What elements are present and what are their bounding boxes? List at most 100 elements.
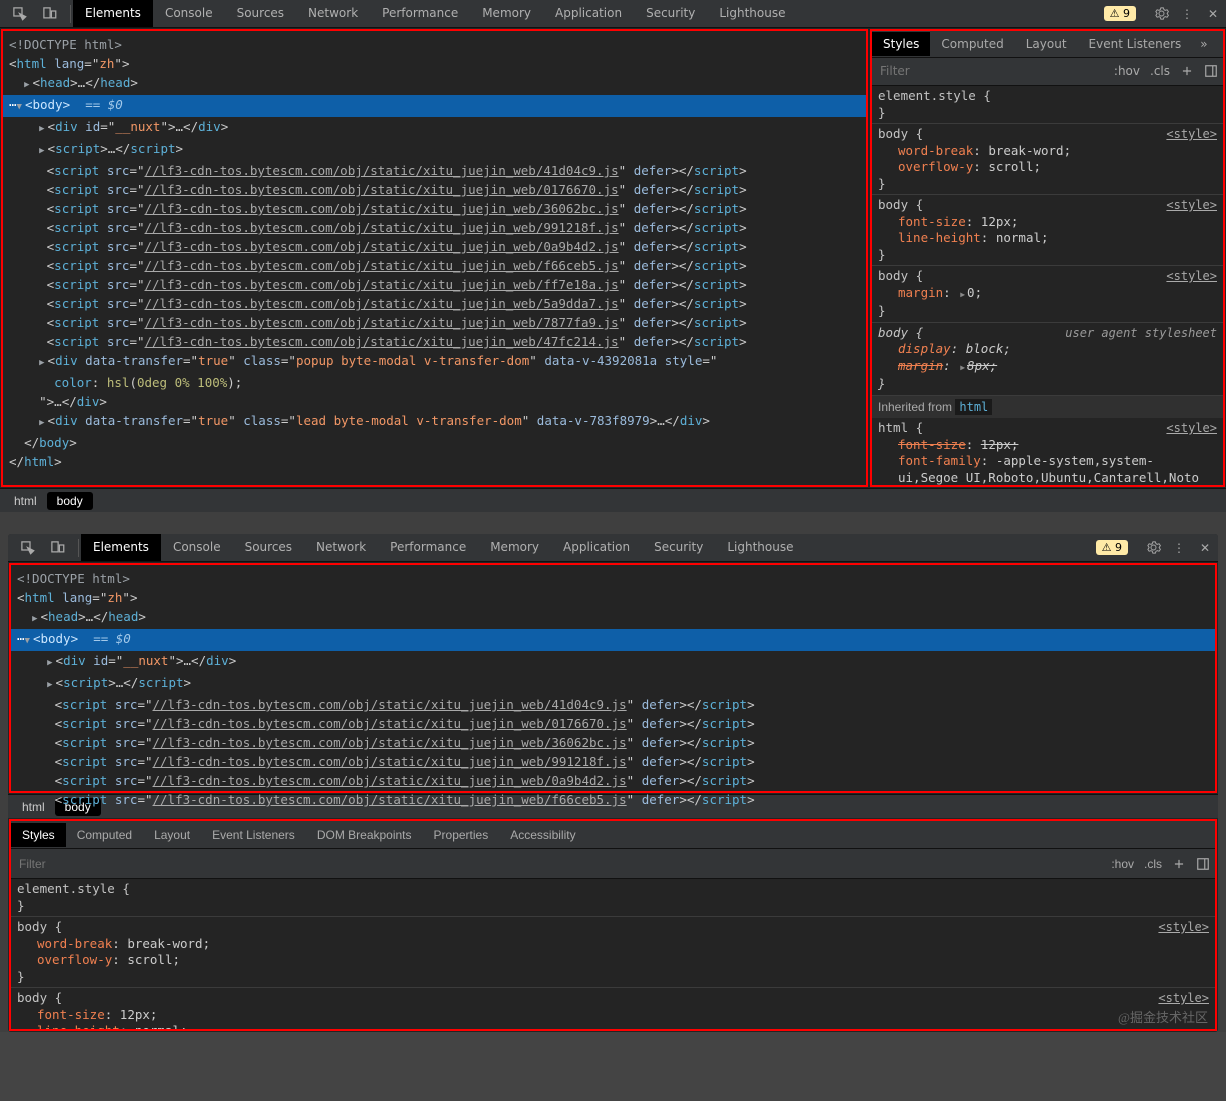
hov-button[interactable]: :hov — [1109, 64, 1145, 78]
dom-script-inline[interactable]: <script>…</script> — [9, 139, 860, 161]
css-prop-font-family[interactable]: font-family: -apple-system,system-ui,Seg… — [878, 453, 1217, 485]
css-prop-line-height[interactable]: line-height: normal; — [878, 230, 1217, 247]
styles-tab-properties[interactable]: Properties — [423, 823, 500, 847]
rule-element-style[interactable]: element.style {} — [872, 86, 1223, 124]
dom-script-9[interactable]: <script src="//lf3-cdn-tos.bytescm.com/o… — [9, 332, 860, 351]
css-prop-overflow-y[interactable]: overflow-y: scroll; — [17, 952, 1209, 969]
tab-security[interactable]: Security — [634, 0, 707, 27]
tab-network[interactable]: Network — [304, 534, 378, 561]
inspect-icon[interactable] — [6, 1, 32, 27]
new-rule-icon[interactable] — [1175, 64, 1199, 78]
close-icon[interactable]: ✕ — [1192, 541, 1218, 555]
dom-script-5[interactable]: <script src="//lf3-cdn-tos.bytescm.com/o… — [9, 256, 860, 275]
dom-popup-style[interactable]: color: hsl(0deg 0% 100%); — [9, 373, 860, 392]
tab-elements[interactable]: Elements — [81, 534, 161, 561]
css-prop-word-break[interactable]: word-break: break-word; — [17, 936, 1209, 953]
rule-html[interactable]: <style>html {font-size: 12px;font-family… — [872, 418, 1223, 485]
styles-tab-styles[interactable]: Styles — [872, 32, 930, 56]
dom-nuxt[interactable]: <div id="__nuxt">…</div> — [9, 117, 860, 139]
dom-breadcrumbs[interactable]: htmlbody — [0, 488, 1226, 512]
tab-lighthouse[interactable]: Lighthouse — [715, 534, 805, 561]
rule-0[interactable]: <style>body {word-break: break-word;over… — [872, 124, 1223, 195]
warning-badge[interactable]: ⚠ 9 — [1096, 540, 1128, 555]
rule-1[interactable]: <style>body {font-size: 12px;line-height… — [11, 988, 1215, 1029]
rule-element-style[interactable]: element.style {} — [11, 879, 1215, 917]
dom-html-open[interactable]: <html lang="zh"> — [9, 54, 860, 73]
dom-script-4[interactable]: <script src="//lf3-cdn-tos.bytescm.com/o… — [17, 771, 1209, 790]
tab-performance[interactable]: Performance — [370, 0, 470, 27]
css-prop-margin[interactable]: margin: 8px; — [878, 358, 1217, 377]
dom-script-1[interactable]: <script src="//lf3-cdn-tos.bytescm.com/o… — [9, 180, 860, 199]
inspect-icon[interactable] — [14, 535, 40, 561]
tab-network[interactable]: Network — [296, 0, 370, 27]
styles-tab-computed[interactable]: Computed — [66, 823, 143, 847]
css-prop-font-size[interactable]: font-size: 12px; — [17, 1007, 1209, 1024]
dom-lead[interactable]: <div data-transfer="true" class="lead by… — [9, 411, 860, 433]
dom-script-2[interactable]: <script src="//lf3-cdn-tos.bytescm.com/o… — [9, 199, 860, 218]
dom-script-7[interactable]: <script src="//lf3-cdn-tos.bytescm.com/o… — [9, 294, 860, 313]
dom-head[interactable]: <head>…</head> — [17, 607, 1209, 629]
dom-script-0[interactable]: <script src="//lf3-cdn-tos.bytescm.com/o… — [9, 161, 860, 180]
dom-script-8[interactable]: <script src="//lf3-cdn-tos.bytescm.com/o… — [9, 313, 860, 332]
dom-head[interactable]: <head>…</head> — [9, 73, 860, 95]
styles-tab-accessibility[interactable]: Accessibility — [499, 823, 586, 847]
dom-script-5[interactable]: <script src="//lf3-cdn-tos.bytescm.com/o… — [17, 790, 1209, 809]
tab-memory[interactable]: Memory — [478, 534, 551, 561]
style-source-link[interactable]: <style> — [1166, 197, 1217, 214]
cls-button[interactable]: .cls — [1139, 857, 1167, 871]
dom-tree-pane[interactable]: <!DOCTYPE html><html lang="zh"> <head>…<… — [1, 29, 868, 487]
style-source-link[interactable]: <style> — [1166, 126, 1217, 143]
tab-performance[interactable]: Performance — [378, 534, 478, 561]
css-prop-word-break[interactable]: word-break: break-word; — [878, 143, 1217, 160]
style-source-link[interactable]: <style> — [1158, 919, 1209, 936]
styles-filter-input[interactable] — [11, 853, 1106, 875]
gear-icon[interactable] — [1148, 6, 1174, 21]
dom-script-3[interactable]: <script src="//lf3-cdn-tos.bytescm.com/o… — [17, 752, 1209, 771]
cls-button[interactable]: .cls — [1145, 64, 1175, 78]
styles-tab-event-listeners[interactable]: Event Listeners — [201, 823, 306, 847]
styles-tab-dom-breakpoints[interactable]: DOM Breakpoints — [306, 823, 423, 847]
kebab-icon[interactable]: ⋮ — [1174, 7, 1200, 21]
dom-popup[interactable]: <div data-transfer="true" class="popup b… — [9, 351, 860, 373]
dom-html-open[interactable]: <html lang="zh"> — [17, 588, 1209, 607]
dom-script-inline[interactable]: <script>…</script> — [17, 673, 1209, 695]
tab-memory[interactable]: Memory — [470, 0, 543, 27]
dom-doctype[interactable]: <!DOCTYPE html> — [9, 35, 860, 54]
more-tabs-icon[interactable]: » — [1192, 37, 1215, 51]
warning-badge[interactable]: ⚠ 9 — [1104, 6, 1136, 21]
dom-script-2[interactable]: <script src="//lf3-cdn-tos.bytescm.com/o… — [17, 733, 1209, 752]
rule-1[interactable]: <style>body {font-size: 12px;line-height… — [872, 195, 1223, 266]
computed-toggle-icon[interactable] — [1191, 857, 1215, 871]
crumb-body[interactable]: body — [47, 492, 93, 510]
style-source-link[interactable]: <style> — [1158, 990, 1209, 1007]
dom-nuxt[interactable]: <div id="__nuxt">…</div> — [17, 651, 1209, 673]
styles-filter-input[interactable] — [872, 60, 1109, 82]
style-source-link[interactable]: <style> — [1166, 420, 1217, 437]
rule-3[interactable]: user agent stylesheetbody {display: bloc… — [872, 323, 1223, 396]
tab-sources[interactable]: Sources — [233, 534, 304, 561]
dom-popup-end[interactable]: ">…</div> — [9, 392, 860, 411]
dom-script-1[interactable]: <script src="//lf3-cdn-tos.bytescm.com/o… — [17, 714, 1209, 733]
dom-script-6[interactable]: <script src="//lf3-cdn-tos.bytescm.com/o… — [9, 275, 860, 294]
tab-console[interactable]: Console — [161, 534, 233, 561]
styles-tab-event-listeners[interactable]: Event Listeners — [1078, 32, 1193, 56]
css-prop-overflow-y[interactable]: overflow-y: scroll; — [878, 159, 1217, 176]
dom-html-close[interactable]: </html> — [9, 452, 860, 471]
rule-2[interactable]: <style>body {margin: 0;} — [872, 266, 1223, 323]
dom-script-0[interactable]: <script src="//lf3-cdn-tos.bytescm.com/o… — [17, 695, 1209, 714]
dom-script-4[interactable]: <script src="//lf3-cdn-tos.bytescm.com/o… — [9, 237, 860, 256]
styles-tab-layout[interactable]: Layout — [143, 823, 201, 847]
css-prop-line-height[interactable]: line-height: normal; — [17, 1023, 1209, 1029]
css-prop-display[interactable]: display: block; — [878, 341, 1217, 358]
crumb-html[interactable]: html — [4, 492, 47, 510]
dom-tree-pane-2[interactable]: <!DOCTYPE html><html lang="zh"> <head>…<… — [9, 563, 1217, 793]
tab-lighthouse[interactable]: Lighthouse — [707, 0, 797, 27]
rule-0[interactable]: <style>body {word-break: break-word;over… — [11, 917, 1215, 988]
dom-body-selected[interactable]: ⋯<body> == $0 — [11, 629, 1215, 651]
tab-application[interactable]: Application — [551, 534, 642, 561]
hov-button[interactable]: :hov — [1106, 857, 1139, 871]
new-rule-icon[interactable] — [1167, 857, 1191, 871]
css-prop-margin[interactable]: margin: 0; — [878, 285, 1217, 304]
dom-doctype[interactable]: <!DOCTYPE html> — [17, 569, 1209, 588]
dom-body-close[interactable]: </body> — [9, 433, 860, 452]
